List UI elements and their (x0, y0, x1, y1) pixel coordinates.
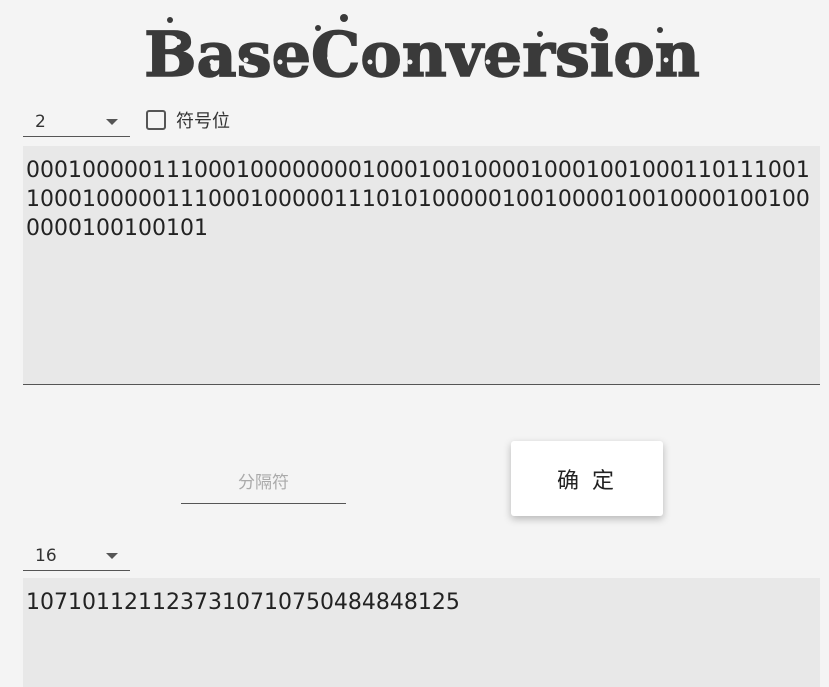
sign-bit-toggle[interactable]: 符号位 (146, 107, 230, 133)
output-value-textarea[interactable]: 1071011211237310710750484848125 (23, 578, 820, 687)
input-base-value: 2 (35, 112, 46, 132)
chevron-down-icon (106, 119, 118, 125)
output-value-text: 1071011211237310710750484848125 (26, 590, 460, 615)
output-base-value: 16 (35, 546, 57, 566)
separator-field[interactable] (181, 462, 346, 504)
app-page: BaseConversion 2 符号位 0001000001110001000… (0, 0, 829, 687)
output-base-select[interactable]: 16 (23, 537, 130, 571)
sign-bit-checkbox[interactable] (146, 110, 166, 130)
base-conversion-logo: BaseConversion (143, 14, 701, 92)
separator-input[interactable] (181, 462, 346, 503)
chevron-down-icon (106, 553, 118, 559)
sign-bit-label: 符号位 (176, 111, 230, 132)
confirm-button[interactable]: 确 定 (511, 441, 663, 516)
input-value-text: 0001000001110001000000001000100100001000… (26, 158, 810, 241)
input-value-textarea[interactable]: 0001000001110001000000001000100100001000… (23, 146, 820, 385)
input-base-select[interactable]: 2 (23, 103, 130, 137)
logo-text: BaseConversion (144, 18, 700, 91)
